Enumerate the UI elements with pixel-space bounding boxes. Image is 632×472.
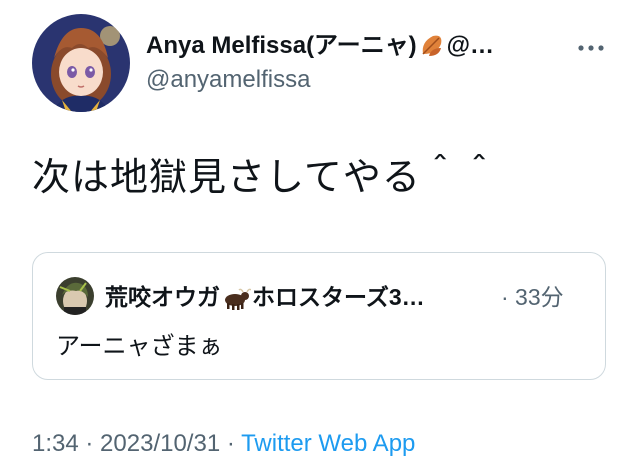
- quoted-author-name-suffix: ホロスターズ3…: [252, 284, 425, 310]
- fallen-leaf-icon: [419, 32, 445, 62]
- tweet-meta: 1:34 · 2023/10/31 · Twitter Web App: [32, 428, 415, 460]
- author-avatar[interactable]: [32, 14, 130, 112]
- meta-separator: ·: [220, 430, 242, 457]
- quoted-author-name: 荒咬オウガ ホロスターズ3…: [105, 281, 425, 319]
- author-block: Anya Melfissa(アーニャ) @… @anyamelfissa: [146, 30, 566, 96]
- quoted-author-avatar: [56, 277, 94, 315]
- more-options-button[interactable]: [574, 36, 608, 60]
- quoted-avatar-illustration: [56, 277, 94, 315]
- tweet-source-link[interactable]: Twitter Web App: [241, 430, 415, 457]
- author-handle[interactable]: @anyamelfissa: [146, 64, 566, 96]
- tweet-date[interactable]: 2023/10/31: [100, 430, 220, 457]
- quoted-author-name-prefix: 荒咬オウガ: [105, 284, 220, 310]
- quoted-tweet-text: アーニャざまぁ: [56, 333, 223, 360]
- quoted-tweet-card[interactable]: 荒咬オウガ ホロスターズ3… · 33分 アーニャざまぁ: [32, 252, 606, 380]
- tweet-card: Anya Melfissa(アーニャ) @… @anyamelfissa 次は地獄…: [0, 0, 632, 472]
- ox-icon: [221, 285, 252, 319]
- author-display-name: Anya Melfissa(アーニャ): [146, 32, 417, 59]
- tweet-text: 次は地獄見さしてやる＾＾: [32, 157, 499, 199]
- author-handle-truncated: @…: [446, 32, 495, 59]
- more-horizontal-icon: [578, 45, 604, 51]
- avatar-illustration: [32, 14, 130, 112]
- meta-separator: ·: [78, 430, 101, 457]
- tweet-time[interactable]: 1:34: [32, 430, 79, 457]
- quoted-tweet-time[interactable]: · 33分: [501, 281, 564, 313]
- author-name-row[interactable]: Anya Melfissa(アーニャ) @…: [146, 30, 566, 62]
